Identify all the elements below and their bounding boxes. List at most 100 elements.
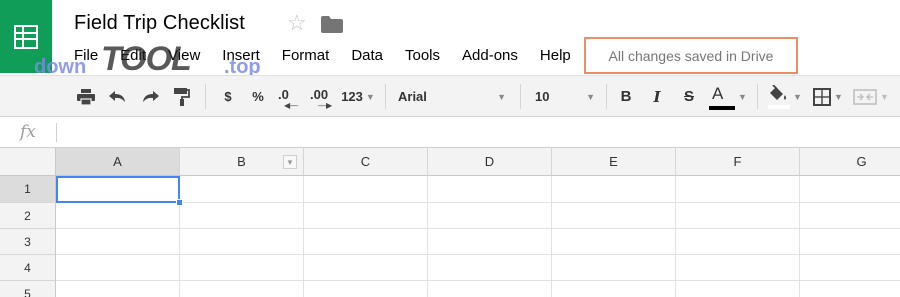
cell-d3[interactable]	[428, 229, 552, 255]
cell-a1[interactable]	[56, 176, 180, 203]
folder-icon[interactable]	[321, 16, 343, 38]
cell-e2[interactable]	[552, 203, 676, 229]
fill-handle[interactable]	[176, 199, 183, 206]
borders-icon	[813, 87, 832, 106]
menu-insert[interactable]: Insert	[211, 46, 271, 66]
cell-e1[interactable]	[552, 176, 676, 203]
fill-color-button[interactable]: ▼	[765, 76, 805, 117]
formula-bar: fx	[0, 117, 900, 148]
spreadsheet-grid: A B ▼ C D E F G 1 2 3 4 5	[0, 148, 900, 297]
cell-g2[interactable]	[800, 203, 900, 229]
save-status[interactable]: All changes saved in Drive	[584, 37, 798, 74]
cell-c4[interactable]	[304, 255, 428, 281]
cell-a5[interactable]	[56, 281, 180, 297]
menu-edit[interactable]: Edit	[109, 46, 157, 66]
sheets-logo-icon[interactable]	[0, 0, 52, 73]
cell-d1[interactable]	[428, 176, 552, 203]
column-menu-chevron-icon[interactable]: ▼	[283, 155, 297, 169]
cell-f4[interactable]	[676, 255, 800, 281]
toolbar-divider	[757, 84, 758, 109]
cell-c2[interactable]	[304, 203, 428, 229]
cell-f5[interactable]	[676, 281, 800, 297]
cell-g3[interactable]	[800, 229, 900, 255]
menu-help[interactable]: Help	[529, 46, 582, 66]
chevron-down-icon: ▼	[738, 91, 747, 102]
column-header-f[interactable]: F	[676, 148, 800, 176]
star-icon[interactable]: ☆	[287, 12, 307, 34]
cell-g4[interactable]	[800, 255, 900, 281]
print-icon[interactable]	[74, 76, 98, 117]
borders-button[interactable]: ▼	[810, 76, 846, 117]
cell-f1[interactable]	[676, 176, 800, 203]
font-family-dropdown[interactable]: Arial ▼	[398, 76, 506, 117]
cell-e5[interactable]	[552, 281, 676, 297]
cell-e4[interactable]	[552, 255, 676, 281]
chevron-down-icon: ▼	[497, 91, 506, 102]
formula-input[interactable]	[64, 122, 884, 142]
row-header-4[interactable]: 4	[0, 255, 56, 281]
column-header-b[interactable]: B ▼	[180, 148, 304, 176]
menu-addons[interactable]: Add-ons	[451, 46, 529, 66]
column-header-e[interactable]: E	[552, 148, 676, 176]
menu-file[interactable]: File	[63, 46, 109, 66]
column-header-a[interactable]: A	[56, 148, 180, 176]
cell-c1[interactable]	[304, 176, 428, 203]
menu-view[interactable]: View	[157, 46, 211, 66]
strikethrough-button[interactable]: S	[679, 76, 699, 117]
cell-d2[interactable]	[428, 203, 552, 229]
cell-a4[interactable]	[56, 255, 180, 281]
cell-b1[interactable]	[180, 176, 304, 203]
menu-tools[interactable]: Tools	[394, 46, 451, 66]
row-header-3[interactable]: 3	[0, 229, 56, 255]
cell-a2[interactable]	[56, 203, 180, 229]
row-header-5[interactable]: 5	[0, 281, 56, 297]
select-all-corner[interactable]	[0, 148, 56, 176]
chevron-down-icon: ▼	[586, 91, 595, 102]
arrow-left-icon: ◀—	[284, 100, 299, 110]
increase-decimal-button[interactable]: .00 —▶	[308, 76, 336, 117]
more-formats-dropdown[interactable]: 123 ▼	[339, 76, 377, 117]
cell-b5[interactable]	[180, 281, 304, 297]
cell-c3[interactable]	[304, 229, 428, 255]
cell-d4[interactable]	[428, 255, 552, 281]
column-header-g[interactable]: G	[800, 148, 900, 176]
column-header-d[interactable]: D	[428, 148, 552, 176]
column-header-label: B	[237, 154, 246, 169]
undo-icon[interactable]	[106, 76, 130, 117]
toolbar: $ % .0 ◀— .00 —▶ 123 ▼ Arial ▼ 10 ▼ B I …	[0, 75, 900, 117]
cell-d5[interactable]	[428, 281, 552, 297]
bold-button[interactable]: B	[616, 76, 636, 117]
cell-b4[interactable]	[180, 255, 304, 281]
paint-format-icon[interactable]	[170, 76, 194, 117]
percent-format-button[interactable]: %	[248, 76, 268, 117]
menu-format[interactable]: Format	[271, 46, 341, 66]
italic-button[interactable]: I	[647, 76, 667, 117]
paint-bucket-icon	[770, 84, 787, 100]
document-title[interactable]: Field Trip Checklist	[74, 12, 245, 35]
cell-b3[interactable]	[180, 229, 304, 255]
cell-b2[interactable]	[180, 203, 304, 229]
row-header-1[interactable]: 1	[0, 176, 56, 203]
text-color-button[interactable]: A ▼	[707, 76, 749, 117]
cell-f2[interactable]	[676, 203, 800, 229]
cell-c5[interactable]	[304, 281, 428, 297]
arrow-right-icon: —▶	[318, 100, 333, 110]
currency-format-button[interactable]: $	[218, 76, 238, 117]
merge-cells-button[interactable]: ▼	[851, 76, 891, 117]
font-size-dropdown[interactable]: 10 ▼	[535, 76, 595, 117]
redo-icon[interactable]	[138, 76, 162, 117]
cell-g5[interactable]	[800, 281, 900, 297]
cell-e3[interactable]	[552, 229, 676, 255]
cell-f3[interactable]	[676, 229, 800, 255]
menu-data[interactable]: Data	[340, 46, 394, 66]
cell-g1[interactable]	[800, 176, 900, 203]
chevron-down-icon: ▼	[793, 91, 802, 102]
decrease-decimal-button[interactable]: .0 ◀—	[276, 76, 302, 117]
chevron-down-icon: ▼	[834, 91, 843, 102]
row-header-2[interactable]: 2	[0, 203, 56, 229]
cell-a3[interactable]	[56, 229, 180, 255]
column-header-c[interactable]: C	[304, 148, 428, 176]
decrease-decimal-label: .0	[278, 86, 289, 102]
toolbar-divider	[520, 84, 521, 109]
fx-icon: fx	[20, 122, 36, 142]
